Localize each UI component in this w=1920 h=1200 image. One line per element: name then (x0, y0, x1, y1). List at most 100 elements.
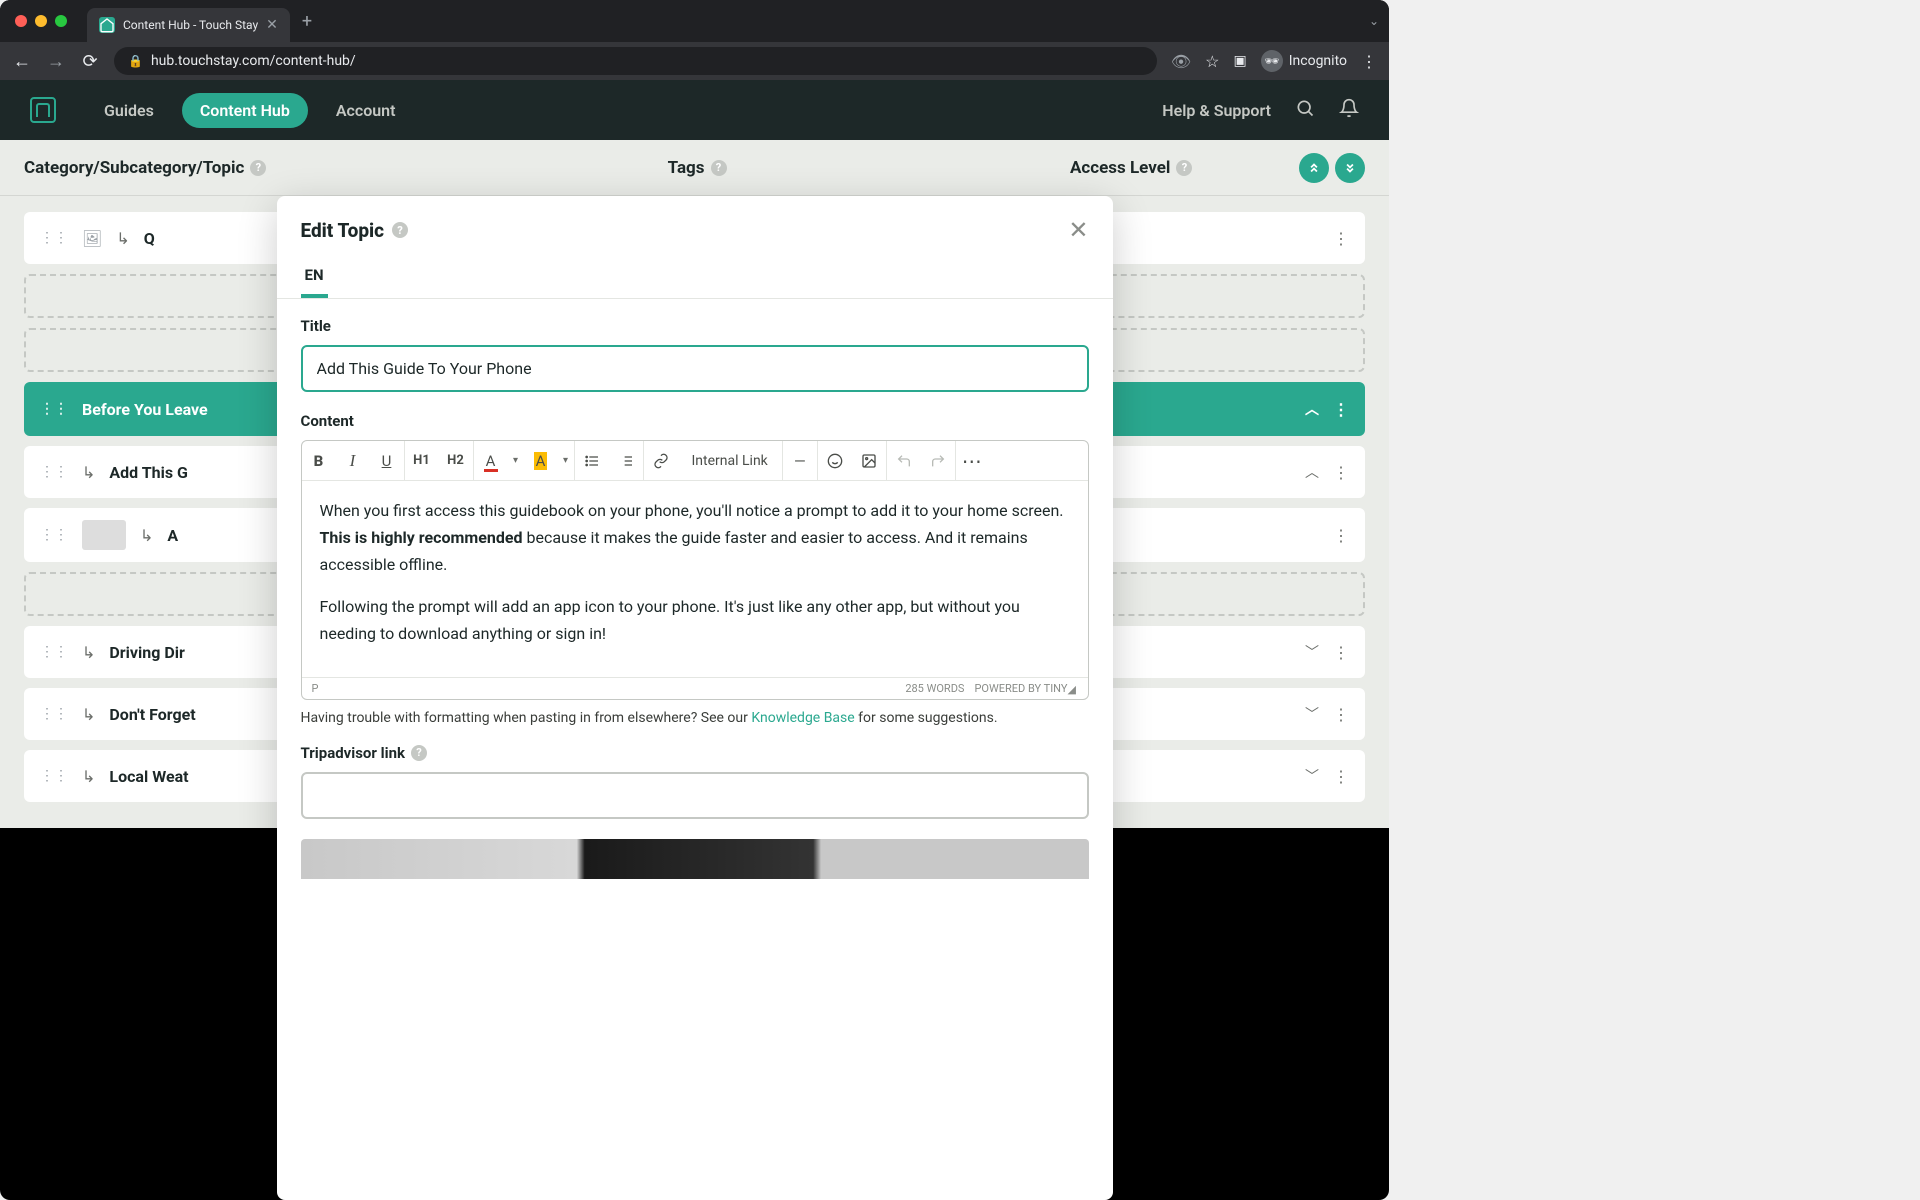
help-icon[interactable]: ? (1176, 160, 1192, 176)
internal-link-button[interactable]: Internal Link (678, 453, 782, 469)
chevron-down-icon[interactable]: ﹀ (1305, 766, 1319, 786)
row-menu-icon[interactable]: ⋮ (1333, 229, 1349, 248)
url-text: hub.touchstay.com/content-hub/ (151, 53, 356, 69)
maximize-window-button[interactable] (55, 15, 67, 27)
h1-button[interactable]: H1 (405, 441, 439, 480)
bell-icon[interactable] (1339, 98, 1359, 123)
drag-handle-icon[interactable]: ⋮⋮ (40, 527, 68, 543)
hr-button[interactable]: — (783, 441, 817, 480)
help-icon[interactable]: ? (711, 160, 727, 176)
chevron-down-icon[interactable]: ﹀ (1305, 642, 1319, 662)
new-tab-button[interactable]: + (302, 11, 312, 32)
back-button[interactable]: ← (12, 51, 32, 72)
emoji-button[interactable] (818, 441, 852, 480)
subitem-arrow-icon: ↳ (140, 526, 153, 545)
highlight-dropdown[interactable]: ▾ (558, 455, 574, 466)
columns-header: Category/Subcategory/Topic? Tags? Access… (0, 140, 1389, 196)
drag-handle-icon[interactable]: ⋮⋮ (40, 464, 68, 480)
nav-guides[interactable]: Guides (86, 93, 172, 128)
window-controls (15, 15, 67, 27)
drag-handle-icon[interactable]: ⋮⋮ (40, 230, 68, 246)
resize-handle-icon[interactable]: ◢ (1068, 683, 1078, 693)
word-count: 285 WORDS (905, 682, 964, 695)
h2-button[interactable]: H2 (439, 441, 473, 480)
help-icon[interactable]: ? (392, 222, 408, 238)
eye-off-icon[interactable]: 👁 (1171, 52, 1191, 71)
tab-bar: Content Hub - Touch Stay ✕ + ⌄ (0, 0, 1389, 42)
address-bar: ← → ⟳ 🔒 hub.touchstay.com/content-hub/ 👁… (0, 42, 1389, 80)
italic-button[interactable]: I (336, 441, 370, 480)
text-color-button[interactable]: A (474, 441, 508, 480)
expand-all-button[interactable] (1335, 153, 1365, 183)
extensions-icon[interactable]: ▣ (1233, 53, 1246, 69)
subitem-arrow-icon: ↳ (116, 229, 129, 248)
image-icon[interactable]: 🖼 (82, 229, 102, 248)
title-input[interactable] (301, 345, 1089, 392)
help-icon[interactable]: ? (411, 745, 427, 761)
close-tab-button[interactable]: ✕ (266, 17, 278, 33)
drag-handle-icon[interactable]: ⋮⋮ (40, 401, 68, 417)
highlight-button[interactable]: A (524, 441, 558, 480)
tripadvisor-label: Tripadvisor link? (301, 744, 1089, 762)
row-menu-icon[interactable]: ⋮ (1333, 463, 1349, 482)
redo-button[interactable] (921, 441, 955, 480)
help-support-link[interactable]: Help & Support (1162, 101, 1271, 120)
row-menu-icon[interactable]: ⋮ (1333, 400, 1349, 419)
ordered-list-button[interactable] (609, 441, 643, 480)
browser-menu-icon[interactable]: ⋮ (1361, 52, 1377, 71)
incognito-label: Incognito (1289, 53, 1347, 69)
search-icon[interactable] (1295, 98, 1315, 123)
knowledge-base-link[interactable]: Knowledge Base (751, 710, 854, 726)
language-tab-en[interactable]: EN (301, 256, 328, 298)
column-category-label: Category/Subcategory/Topic? (24, 158, 668, 178)
favicon (99, 17, 115, 33)
incognito-badge: 🕶 Incognito (1261, 50, 1347, 72)
formatting-help-text: Having trouble with formatting when past… (301, 710, 1089, 726)
bullet-list-button[interactable] (575, 441, 609, 480)
url-field[interactable]: 🔒 hub.touchstay.com/content-hub/ (114, 47, 1157, 75)
chevron-up-icon[interactable]: ︿ (1305, 399, 1319, 419)
edit-topic-modal: Edit Topic ? ✕ EN Title Content B I U (277, 196, 1113, 1200)
row-menu-icon[interactable]: ⋮ (1333, 643, 1349, 662)
bookmark-icon[interactable]: ☆ (1205, 52, 1219, 71)
close-icon[interactable]: ✕ (1068, 216, 1088, 244)
editor-content[interactable]: When you first access this guidebook on … (302, 481, 1088, 677)
powered-by: POWERED BY TINY (974, 682, 1067, 695)
tabs-dropdown-icon[interactable]: ⌄ (1369, 14, 1379, 28)
text-color-dropdown[interactable]: ▾ (508, 455, 524, 466)
image-preview (301, 839, 1089, 879)
tripadvisor-input[interactable] (301, 772, 1089, 819)
link-button[interactable] (644, 441, 678, 480)
row-menu-icon[interactable]: ⋮ (1333, 767, 1349, 786)
chevron-up-icon[interactable]: ︿ (1305, 462, 1319, 482)
help-icon[interactable]: ? (250, 160, 266, 176)
app-header: Guides Content Hub Account Help & Suppor… (0, 80, 1389, 140)
forward-button[interactable]: → (46, 51, 66, 72)
image-button[interactable] (852, 441, 886, 480)
column-tags-label: Tags? (668, 158, 1070, 178)
rich-text-editor: B I U H1 H2 A ▾ A ▾ (301, 440, 1089, 700)
lock-icon: 🔒 (128, 54, 143, 68)
drag-handle-icon[interactable]: ⋮⋮ (40, 644, 68, 660)
nav-content-hub[interactable]: Content Hub (182, 93, 308, 128)
row-menu-icon[interactable]: ⋮ (1333, 705, 1349, 724)
subitem-arrow-icon: ↳ (82, 463, 95, 482)
collapse-all-button[interactable] (1299, 153, 1329, 183)
chevron-down-icon[interactable]: ﹀ (1305, 704, 1319, 724)
browser-tab[interactable]: Content Hub - Touch Stay ✕ (87, 8, 290, 42)
drag-handle-icon[interactable]: ⋮⋮ (40, 706, 68, 722)
subitem-arrow-icon: ↳ (82, 705, 95, 724)
title-field-label: Title (301, 317, 1089, 335)
nav-account[interactable]: Account (318, 93, 414, 128)
reload-button[interactable]: ⟳ (80, 51, 100, 72)
underline-button[interactable]: U (370, 441, 404, 480)
more-button[interactable]: ⋯ (956, 441, 990, 480)
column-access-label: Access Level? (1070, 158, 1299, 178)
close-window-button[interactable] (15, 15, 27, 27)
row-menu-icon[interactable]: ⋮ (1333, 526, 1349, 545)
drag-handle-icon[interactable]: ⋮⋮ (40, 768, 68, 784)
bold-button[interactable]: B (302, 441, 336, 480)
minimize-window-button[interactable] (35, 15, 47, 27)
app-logo[interactable] (30, 97, 56, 123)
undo-button[interactable] (887, 441, 921, 480)
